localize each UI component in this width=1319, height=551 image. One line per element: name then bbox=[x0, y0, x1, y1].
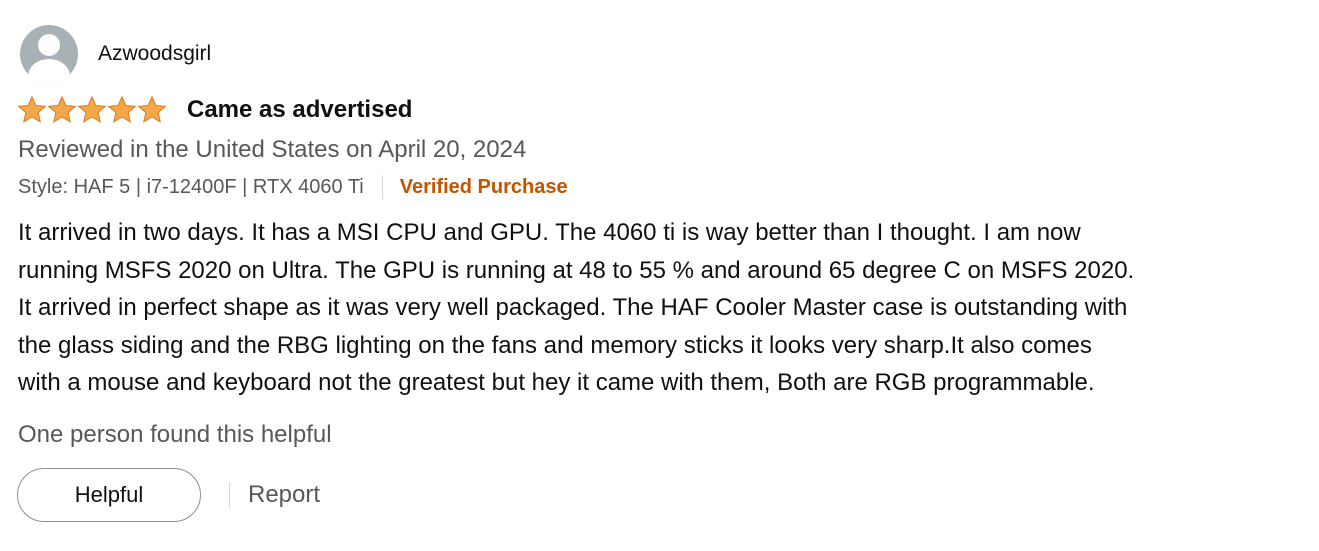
rating-row: Came as advertised bbox=[17, 95, 412, 125]
helpful-button[interactable]: Helpful bbox=[17, 468, 201, 522]
review-body-line: running MSFS 2020 on Ultra. The GPU is r… bbox=[18, 256, 1135, 284]
meta-divider bbox=[381, 175, 383, 199]
review-body-line: It arrived in two days. It has a MSI CPU… bbox=[18, 219, 1081, 246]
star-icon bbox=[77, 95, 107, 123]
reviewer-profile[interactable]: Azwoodsgirl bbox=[20, 25, 211, 83]
helpful-count: One person found this helpful bbox=[18, 421, 332, 448]
product-style[interactable]: Style: HAF 5 | i7-12400F | RTX 4060 Ti bbox=[18, 176, 364, 199]
reviewer-name[interactable]: Azwoodsgirl bbox=[98, 42, 211, 66]
review-card: Azwoodsgirl Came as advertised Reviewed … bbox=[0, 0, 1319, 551]
user-avatar-icon bbox=[20, 25, 78, 83]
star-icon bbox=[137, 95, 167, 123]
review-title[interactable]: Came as advertised bbox=[187, 96, 412, 124]
review-date: Reviewed in the United States on April 2… bbox=[18, 136, 527, 163]
star-rating[interactable] bbox=[17, 95, 167, 125]
star-icon bbox=[107, 95, 137, 123]
review-body-line: It arrived in perfect shape as it was ve… bbox=[18, 294, 1128, 321]
review-meta: Style: HAF 5 | i7-12400F | RTX 4060 Ti V… bbox=[18, 175, 568, 199]
review-body-line: the glass siding and the RBG lighting on… bbox=[18, 331, 1092, 359]
verified-purchase-badge: Verified Purchase bbox=[399, 175, 568, 198]
action-divider bbox=[229, 482, 230, 508]
review-actions: Helpful Report bbox=[17, 468, 320, 522]
star-icon bbox=[17, 95, 47, 123]
review-body: It arrived in two days. It has a MSI CPU… bbox=[18, 214, 1278, 402]
review-body-line: with a mouse and keyboard not the greate… bbox=[18, 369, 1095, 396]
star-icon bbox=[47, 95, 77, 123]
report-link[interactable]: Report bbox=[248, 481, 320, 509]
